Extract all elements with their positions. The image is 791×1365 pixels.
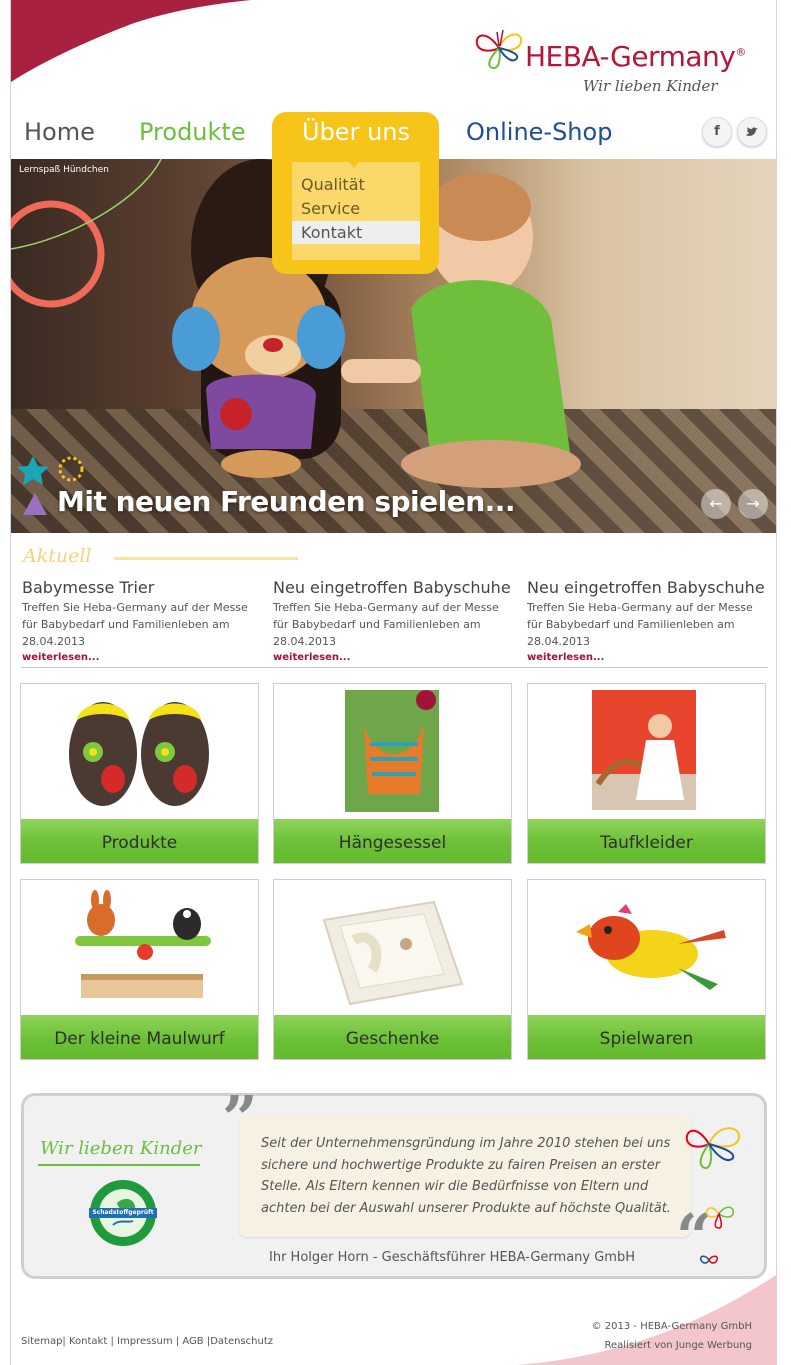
tile-label: Der kleine Maulwurf	[21, 1015, 258, 1059]
christening-dress-image	[592, 690, 696, 810]
menu-item-qualitaet[interactable]: Qualität	[292, 173, 420, 196]
footer-separator: |	[175, 1336, 180, 1347]
read-more-link[interactable]: weiterlesen...	[527, 652, 767, 663]
wooden-bird-toy-image	[576, 904, 726, 990]
dropdown-menu: Qualität Service Kontakt	[292, 162, 420, 260]
about-title-underline	[38, 1164, 200, 1166]
menu-item-service[interactable]: Service	[292, 197, 420, 220]
footer-link-sitemap[interactable]: Sitemap	[21, 1336, 62, 1347]
footer-links: Sitemap| Kontakt | Impressum | AGB |Date…	[21, 1336, 273, 1347]
facebook-icon[interactable]: f	[702, 117, 732, 147]
quote-text: Seit der Unternehmensgründung im Jahre 2…	[261, 1136, 671, 1216]
footer-link-impressum[interactable]: Impressum	[117, 1336, 173, 1347]
tile-produkte[interactable]: Produkte	[20, 683, 259, 864]
section-title-aktuell: Aktuell	[23, 545, 92, 567]
tile-label: Geschenke	[274, 1015, 511, 1059]
dropdown-notch	[344, 156, 364, 168]
twitter-icon[interactable]	[737, 117, 767, 147]
about-box: Wir lieben Kinder Schadstoffgeprüft Seit…	[21, 1088, 767, 1279]
brand-logo[interactable]: HEBA-Germany® Wir lieben Kinder	[473, 22, 773, 102]
footer-link-datenschutz[interactable]: Datenschutz	[210, 1336, 273, 1347]
footer-separator: |	[110, 1336, 114, 1347]
hanging-chair-image	[345, 690, 439, 812]
news-item: Neu eingetroffen Babyschuhe Treffen Sie …	[527, 578, 767, 663]
schadstoffgeprueft-seal-icon: Schadstoffgeprüft	[89, 1180, 157, 1246]
page-frame: HEBA-Germany® Wir lieben Kinder Home Pro…	[10, 0, 777, 1365]
news-text: Treffen Sie Heba-Germany auf der Messe f…	[527, 601, 753, 648]
tile-taufkleider[interactable]: Taufkleider	[527, 683, 766, 864]
mole-coat-rack-image	[75, 890, 211, 998]
quote-card: Seit der Unternehmensgründung im Jahre 2…	[239, 1115, 691, 1237]
footer-copyright: © 2013 - HEBA-Germany GmbH Realisiert vo…	[592, 1317, 752, 1355]
butterfly-decoration-icon	[685, 1127, 741, 1264]
tile-label: Taufkleider	[528, 819, 765, 863]
news-title[interactable]: Neu eingetroffen Babyschuhe	[273, 578, 513, 597]
hero-caption: Mit neuen Freunden spielen...	[57, 485, 516, 518]
footer-separator: |	[62, 1336, 66, 1347]
nav-online-shop[interactable]: Online-Shop	[466, 118, 612, 146]
credit-link[interactable]: Realisiert von Junge Werbung	[592, 1336, 752, 1355]
news-item: Babymesse Trier Treffen Sie Heba-Germany…	[22, 578, 262, 663]
nav-ueber-uns-dropdown[interactable]: Über uns Qualität Service Kontakt	[272, 112, 439, 274]
news-title[interactable]: Babymesse Trier	[22, 578, 262, 597]
registered-mark: ®	[735, 45, 746, 59]
tile-label: Spielwaren	[528, 1015, 765, 1059]
nav-home[interactable]: Home	[24, 118, 95, 146]
slider-next-button[interactable]: →	[738, 489, 768, 519]
news-title[interactable]: Neu eingetroffen Babyschuhe	[527, 578, 767, 597]
news-text: Treffen Sie Heba-Germany auf der Messe f…	[273, 601, 499, 648]
nav-produkte[interactable]: Produkte	[139, 118, 246, 146]
read-more-link[interactable]: weiterlesen...	[273, 652, 513, 663]
section-title-underline	[114, 557, 298, 560]
copyright-text: © 2013 - HEBA-Germany GmbH	[591, 1321, 752, 1332]
tile-label: Hängesessel	[274, 819, 511, 863]
quote-open-mark: ”	[222, 1082, 258, 1155]
section-divider	[21, 667, 768, 668]
butterfly-logo-icon	[475, 29, 523, 69]
nav-ueber-uns[interactable]: Über uns	[302, 118, 410, 146]
tile-geschenke[interactable]: Geschenke	[273, 879, 512, 1060]
news-item: Neu eingetroffen Babyschuhe Treffen Sie …	[273, 578, 513, 663]
corner-swoosh-decoration	[11, 0, 251, 82]
footer-link-kontakt[interactable]: Kontakt	[69, 1336, 107, 1347]
tile-spielwaren[interactable]: Spielwaren	[527, 879, 766, 1060]
seal-label: Schadstoffgeprüft	[89, 1208, 157, 1218]
footer-link-agb[interactable]: AGB	[182, 1336, 203, 1347]
news-text: Treffen Sie Heba-Germany auf der Messe f…	[22, 601, 248, 648]
slider-prev-button[interactable]: ←	[701, 489, 731, 519]
tile-der-kleine-maulwurf[interactable]: Der kleine Maulwurf	[20, 879, 259, 1060]
hero-label: Lernspaß Hündchen	[19, 165, 109, 175]
menu-item-kontakt[interactable]: Kontakt	[292, 221, 420, 244]
tile-haengesessel[interactable]: Hängesessel	[273, 683, 512, 864]
about-title: Wir lieben Kinder	[40, 1138, 202, 1159]
brand-tagline: Wir lieben Kinder	[583, 77, 718, 95]
baby-shoes-image	[69, 702, 209, 806]
gift-box-image	[322, 900, 464, 1006]
read-more-link[interactable]: weiterlesen...	[22, 652, 262, 663]
quote-signature: Ihr Holger Horn - Geschäftsführer HEBA-G…	[269, 1250, 635, 1265]
tile-label: Produkte	[21, 819, 258, 863]
brand-name: HEBA-Germany®	[525, 40, 746, 73]
